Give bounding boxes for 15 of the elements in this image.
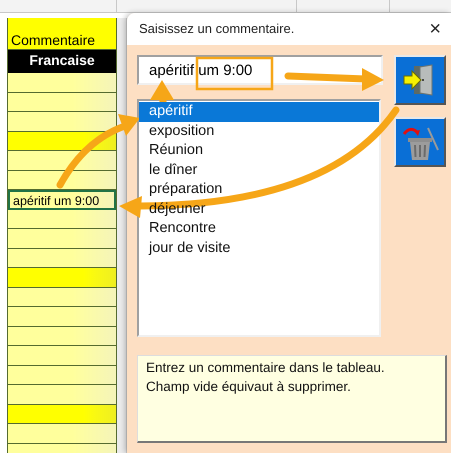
delete-button[interactable] bbox=[394, 117, 446, 167]
list-item[interactable]: préparation bbox=[139, 180, 379, 200]
list-item[interactable]: jour de visite bbox=[139, 238, 379, 258]
list-item[interactable]: apéritif bbox=[139, 102, 379, 122]
list-item[interactable]: Réunion bbox=[139, 141, 379, 160]
header-cell: Francaise bbox=[8, 50, 116, 73]
list-item[interactable]: Rencontre bbox=[139, 219, 379, 238]
list-item[interactable]: exposition bbox=[139, 122, 379, 141]
exit-button[interactable] bbox=[394, 55, 446, 105]
header-cell: Commentaire bbox=[8, 18, 116, 50]
close-button[interactable]: × bbox=[425, 19, 445, 39]
table-cell: apéritif um 9:00 bbox=[8, 190, 116, 210]
info-box: Entrez un commentaire dans le tableau. Champ vide équivaut à supprimer. bbox=[137, 355, 447, 443]
list-item[interactable]: le dîner bbox=[139, 160, 379, 180]
window-title: Saisissez un commentaire. bbox=[139, 20, 296, 38]
